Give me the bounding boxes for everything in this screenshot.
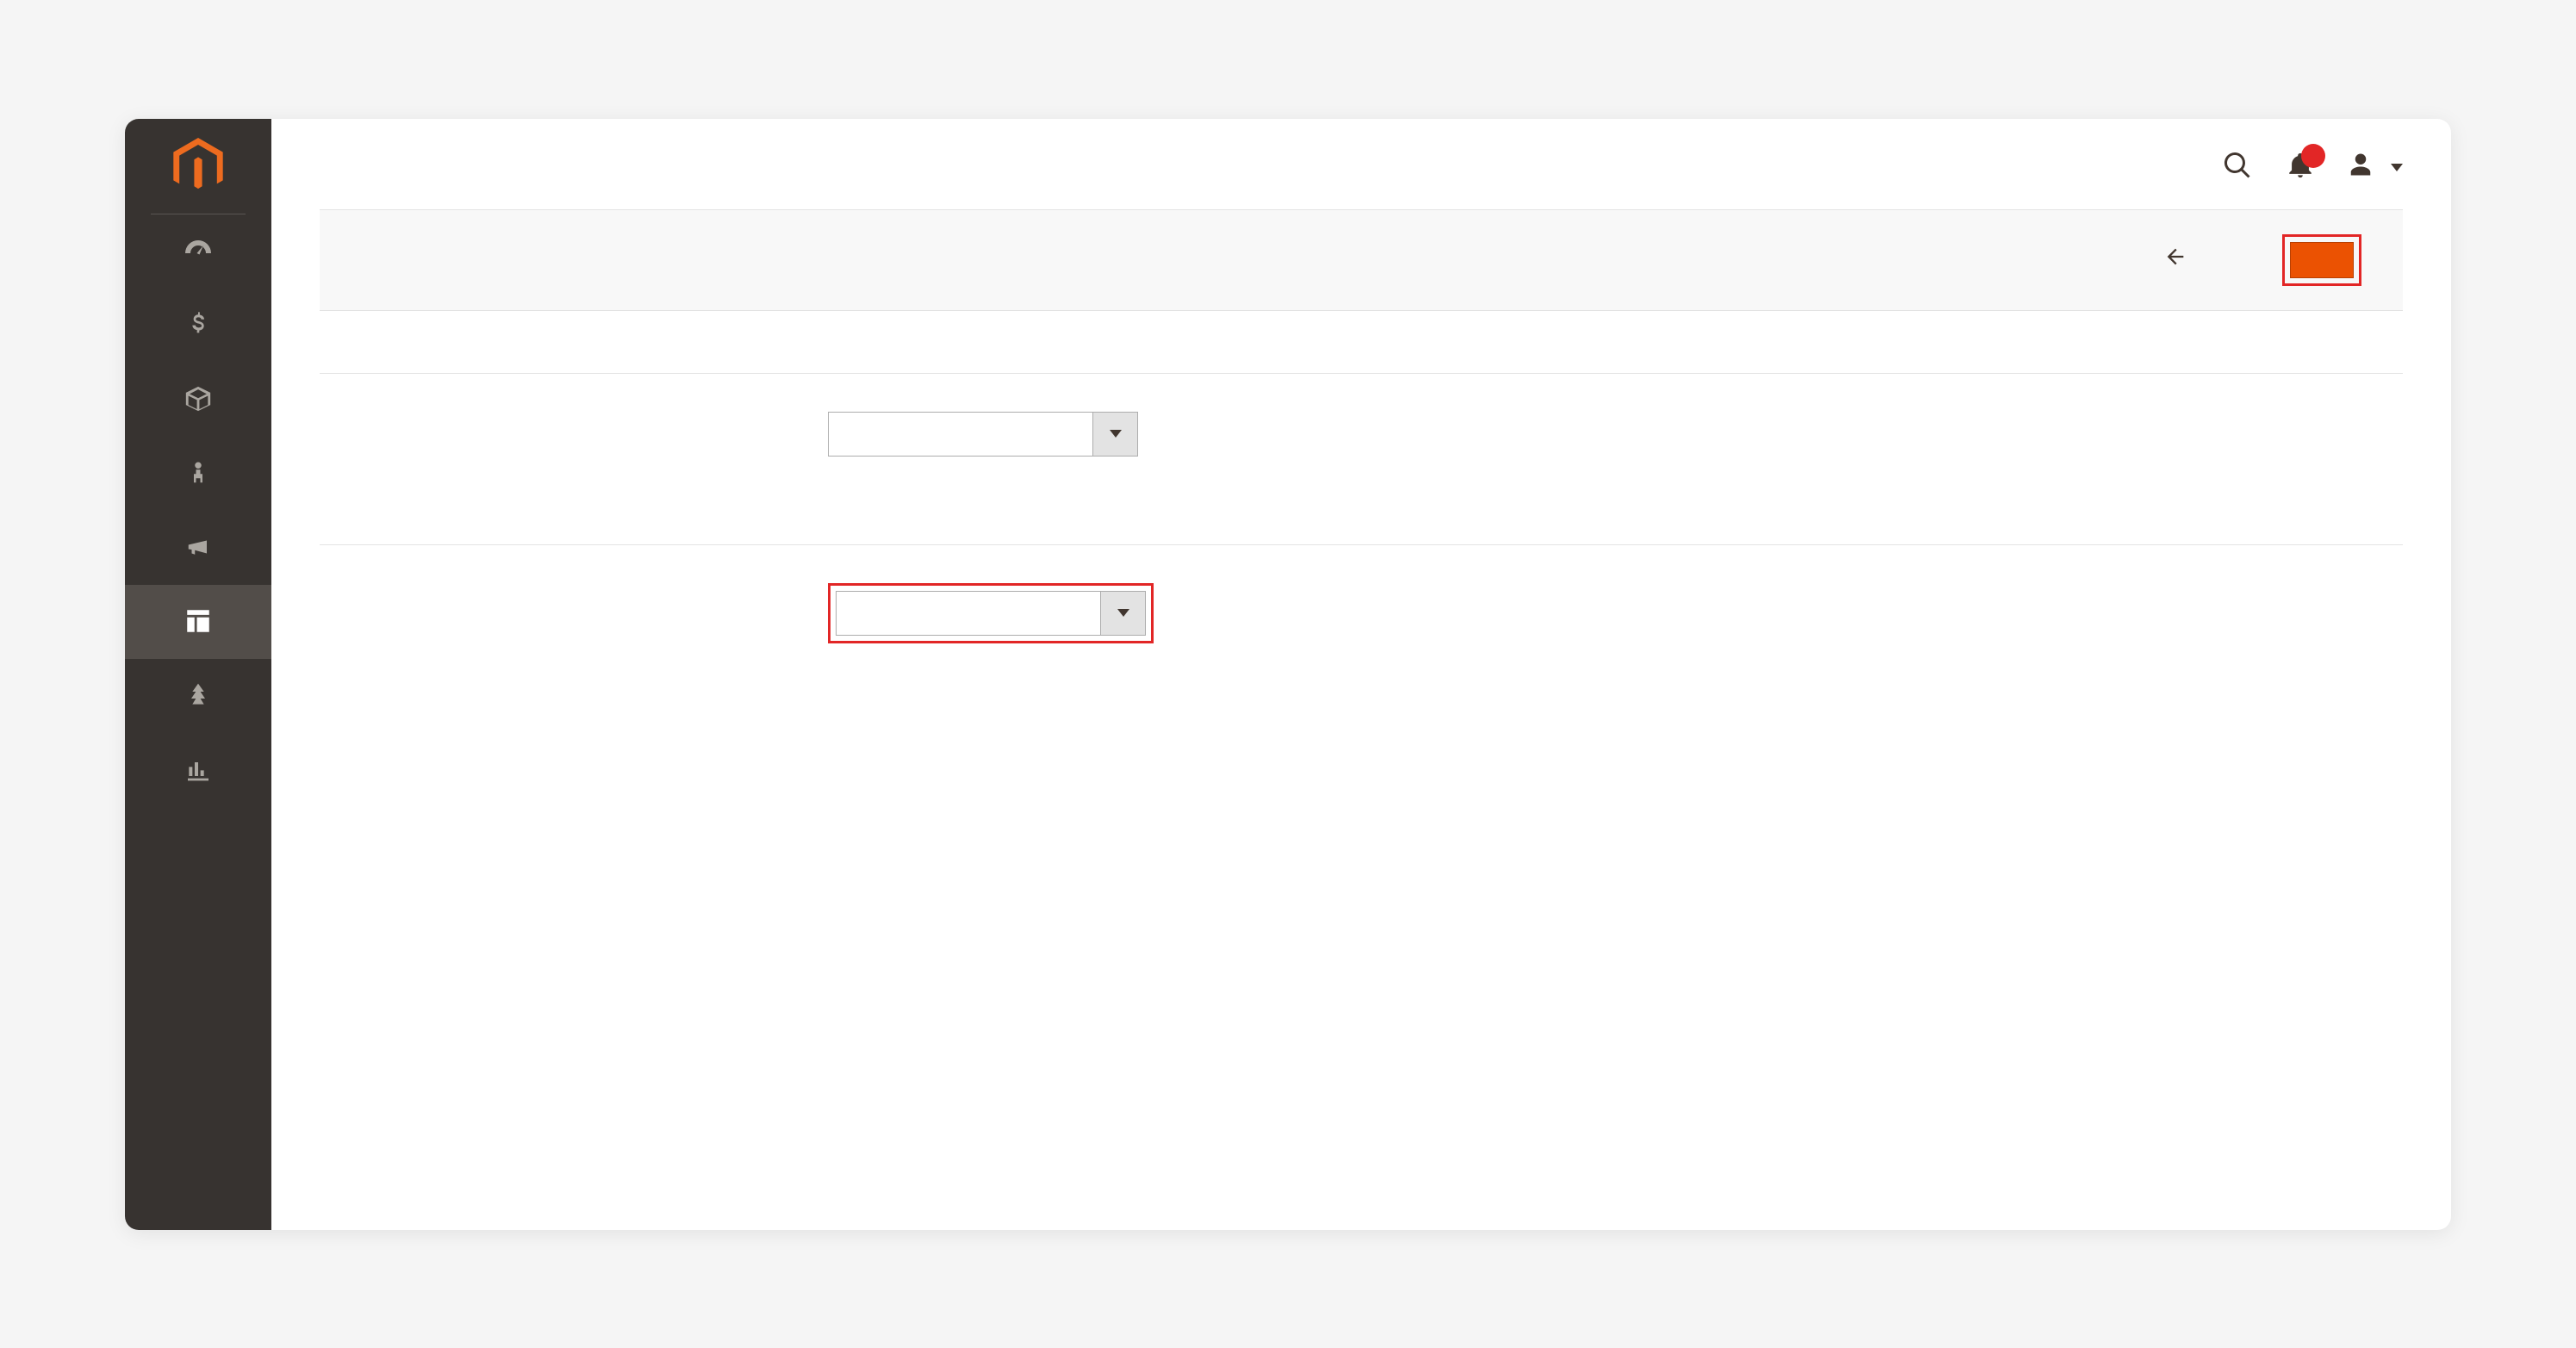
section-title — [320, 524, 2403, 545]
save-config-highlight — [2282, 234, 2361, 286]
bar-chart-icon — [181, 752, 215, 786]
box-icon — [181, 382, 215, 416]
nav-content[interactable] — [125, 585, 271, 659]
layout-icon — [181, 604, 215, 638]
nav-reports[interactable] — [125, 733, 271, 807]
header-actions — [2222, 150, 2403, 185]
field-control — [828, 583, 2403, 659]
magento-logo-icon — [173, 138, 223, 195]
user-icon — [2348, 152, 2374, 183]
nav-sales[interactable] — [125, 289, 271, 363]
select-caret[interactable] — [1101, 591, 1146, 636]
dollar-icon — [181, 307, 215, 342]
nav-dashboard[interactable] — [125, 214, 271, 289]
field-label — [320, 412, 802, 420]
arrow-left-icon — [2163, 245, 2187, 275]
main-content — [271, 119, 2451, 1230]
select-caret[interactable] — [1093, 412, 1138, 457]
select-value — [836, 591, 1101, 636]
field-control — [828, 412, 2403, 472]
nav-plumrocket[interactable] — [125, 659, 271, 733]
chevron-down-icon — [1110, 430, 1122, 438]
form-content — [271, 311, 2451, 752]
person-icon — [181, 456, 215, 490]
field-label — [320, 583, 802, 592]
back-button[interactable] — [2163, 245, 2200, 275]
amp-theme-select-highlight — [828, 583, 1154, 643]
nav-marketing[interactable] — [125, 511, 271, 585]
user-menu[interactable] — [2348, 152, 2403, 183]
bell-icon — [2286, 169, 2315, 183]
section-default-theme — [320, 352, 2403, 472]
form-row — [320, 583, 2403, 659]
applied-theme-select[interactable] — [828, 412, 1138, 457]
megaphone-icon — [181, 530, 215, 564]
chevron-down-icon — [1117, 609, 1129, 617]
logo[interactable] — [151, 138, 246, 214]
app-frame — [125, 119, 2451, 1230]
gauge-icon — [181, 233, 215, 268]
save-configuration-button[interactable] — [2290, 242, 2354, 278]
tree-icon — [181, 678, 215, 712]
action-buttons — [2163, 234, 2361, 286]
select-value — [828, 412, 1093, 457]
nav-catalog[interactable] — [125, 363, 271, 437]
section-amp-theme — [320, 524, 2403, 659]
notification-badge — [2301, 144, 2325, 168]
notifications-button[interactable] — [2286, 151, 2315, 184]
amp-applied-theme-select[interactable] — [836, 591, 1146, 636]
search-icon[interactable] — [2222, 150, 2253, 185]
form-row — [320, 412, 2403, 472]
page-header — [271, 119, 2451, 209]
chevron-down-icon — [2391, 164, 2403, 171]
nav-customers[interactable] — [125, 437, 271, 511]
admin-sidebar — [125, 119, 271, 1230]
section-title — [320, 352, 2403, 374]
action-bar — [320, 209, 2403, 311]
